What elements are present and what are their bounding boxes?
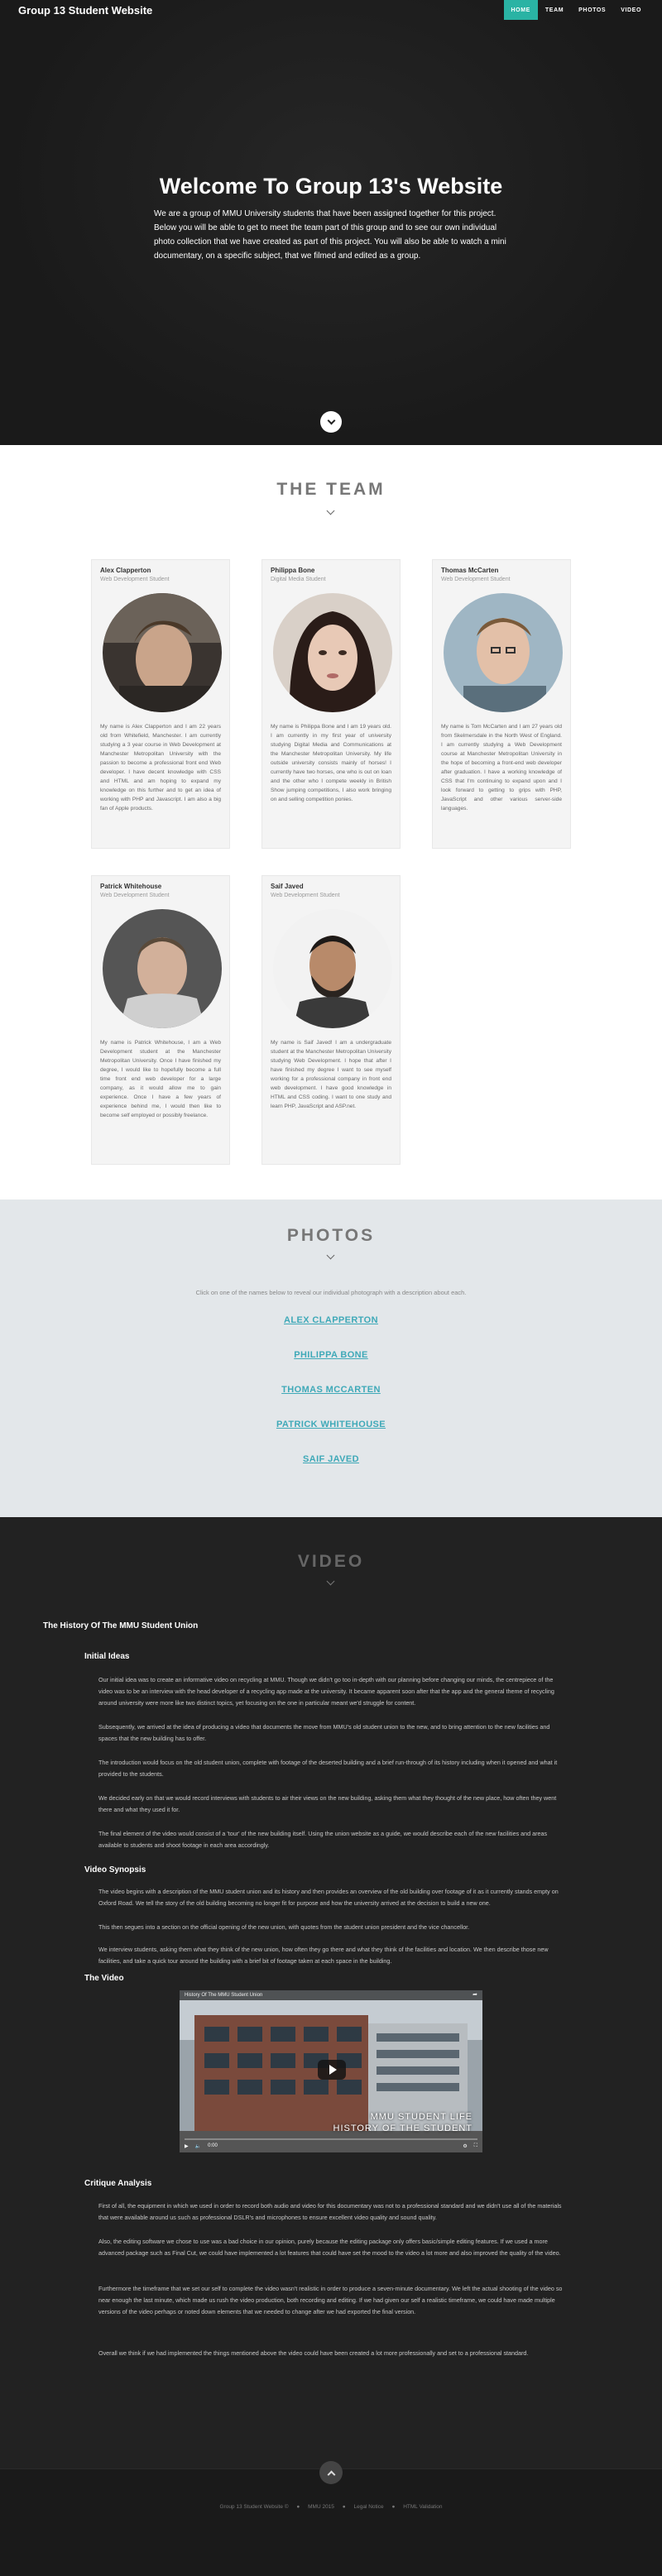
scroll-down-button[interactable]: [320, 411, 342, 433]
hero-text: We are a group of MMU University student…: [154, 209, 506, 261]
initial-ideas-p3: The introduction would focus on the old …: [98, 1759, 558, 1778]
synopsis-heading: Video Synopsis: [84, 1865, 146, 1875]
video-section: VIDEO The History Of The MMU Student Uni…: [0, 1517, 662, 2468]
video-overlay-text: MMU STUDENT LIFE HISTORY OF THE STUDENT: [333, 2111, 473, 2134]
footer-legal-link[interactable]: Legal Notice: [353, 2504, 383, 2510]
photos-intro: Click on one of the names below to revea…: [195, 1289, 467, 1296]
critique-p1: First of all, the equipment in which we …: [98, 2202, 562, 2221]
critique-p2: Also, the editing software we chose to u…: [98, 2238, 561, 2257]
the-video-heading: The Video: [84, 1974, 124, 1983]
avatar: [103, 909, 222, 1028]
team-card-patrick: Patrick Whitehouse Web Development Stude…: [91, 875, 230, 1165]
footer-copyright: Group 13 Student Website ©: [219, 2504, 289, 2510]
team-card-philippa: Philippa Bone Digital Media Student My n…: [261, 559, 401, 849]
player-title-bar: History Of The MMU Student Union ➦: [180, 1990, 482, 2000]
member-role: Digital Media Student: [271, 577, 326, 582]
play-small-icon[interactable]: ▶: [185, 2143, 189, 2149]
team-card-thomas: Thomas McCarten Web Development Student …: [432, 559, 571, 849]
nav-team[interactable]: TEAM: [538, 0, 571, 20]
member-bio: My name is Saif Javed! I am a undergradu…: [271, 1040, 391, 1109]
scroll-top-button[interactable]: [319, 2461, 343, 2484]
chevron-down-icon: [326, 506, 335, 515]
nav-home[interactable]: HOME: [503, 0, 538, 20]
photo-link-saif[interactable]: SAIF JAVED: [0, 1454, 662, 1464]
separator-dot: ●: [342, 2504, 346, 2510]
chevron-down-icon: [326, 1577, 335, 1586]
avatar: [444, 593, 563, 712]
overlay-line-1: MMU STUDENT LIFE: [370, 2112, 473, 2122]
player-title[interactable]: History Of The MMU Student Union: [185, 1993, 262, 1998]
team-card-saif: Saif Javed Web Development Student My na…: [261, 875, 401, 1165]
critique-heading: Critique Analysis: [84, 2179, 152, 2188]
initial-ideas-p2: Subsequently, we arrived at the idea of …: [98, 1723, 550, 1742]
settings-icon[interactable]: ⚙: [463, 2143, 467, 2149]
share-icon[interactable]: ➦: [473, 1991, 477, 1998]
play-icon: [329, 2065, 337, 2075]
hero-title: Welcome To Group 13's Website: [159, 174, 503, 199]
footer-validation-link[interactable]: HTML Validation: [403, 2504, 442, 2510]
photo-link-alex[interactable]: ALEX CLAPPERTON: [0, 1315, 662, 1325]
play-button[interactable]: [318, 2060, 346, 2080]
member-name: Patrick Whitehouse: [100, 883, 162, 890]
team-card-alex: Alex Clapperton Web Development Student …: [91, 559, 230, 849]
chevron-down-icon: [327, 416, 335, 424]
member-bio: My name is Tom McCarten and I am 27 year…: [441, 724, 562, 812]
video-title: VIDEO: [297, 1552, 365, 1571]
video-player[interactable]: History Of The MMU Student Union ➦ MMU S…: [180, 1990, 482, 2152]
chevron-up-icon: [327, 2470, 335, 2478]
hero-section: Welcome To Group 13's Website We are a g…: [0, 0, 662, 445]
synopsis-p3: We interview students, asking them what …: [98, 1946, 549, 1965]
nav-video[interactable]: VIDEO: [613, 0, 649, 20]
member-name: Thomas McCarten: [441, 567, 499, 574]
footer-links: Group 13 Student Website © ● MMU 2015 ● …: [0, 2504, 662, 2510]
volume-icon[interactable]: 🔈: [195, 2143, 201, 2149]
member-name: Alex Clapperton: [100, 567, 151, 574]
avatar: [103, 593, 222, 712]
photos-title: PHOTOS: [286, 1226, 376, 1245]
chevron-down-icon: [326, 1251, 335, 1260]
photos-section: PHOTOS Click on one of the names below t…: [0, 1199, 662, 1517]
synopsis-p2: This then segues into a section on the o…: [98, 1923, 470, 1931]
member-role: Web Development Student: [271, 893, 340, 898]
video-main-heading: The History Of The MMU Student Union: [43, 1621, 199, 1630]
member-role: Web Development Student: [100, 577, 170, 582]
avatar: [273, 593, 392, 712]
overlay-line-2: HISTORY OF THE STUDENT: [333, 2124, 473, 2133]
avatar: [273, 909, 392, 1028]
top-navbar: Group 13 Student Website HOME TEAM PHOTO…: [0, 0, 662, 20]
site-brand[interactable]: Group 13 Student Website: [18, 4, 152, 17]
synopsis-p1: The video begins with a description of t…: [98, 1888, 559, 1907]
nav-photos[interactable]: PHOTOS: [571, 0, 613, 20]
team-title: THE TEAM: [276, 480, 386, 499]
member-bio: My name is Alex Clapperton and I am 22 y…: [100, 724, 221, 812]
separator-dot: ●: [296, 2504, 300, 2510]
team-section: THE TEAM Alex Clapperton Web Development…: [0, 445, 662, 1199]
member-bio: My name is Patrick Whitehouse, I am a We…: [100, 1040, 221, 1118]
photo-link-philippa[interactable]: PHILIPPA BONE: [0, 1350, 662, 1360]
member-role: Web Development Student: [441, 577, 511, 582]
fullscreen-icon[interactable]: ⛶: [474, 2143, 477, 2149]
critique-p3: Furthermore the timeframe that we set ou…: [98, 2285, 563, 2315]
critique-p4: Overall we think if we had implemented t…: [98, 2349, 529, 2357]
initial-ideas-heading: Initial Ideas: [84, 1652, 130, 1661]
footer-year: MMU 2015: [308, 2504, 334, 2510]
time-display: 0:00: [208, 2143, 218, 2148]
footer: Group 13 Student Website © ● MMU 2015 ● …: [0, 2461, 662, 2576]
member-name: Philippa Bone: [271, 567, 315, 574]
initial-ideas-p5: The final element of the video would con…: [98, 1830, 548, 1849]
initial-ideas-p4: We decided early on that we would record…: [98, 1794, 557, 1813]
member-role: Web Development Student: [100, 893, 170, 898]
photo-link-thomas[interactable]: THOMAS MCCARTEN: [0, 1385, 662, 1395]
initial-ideas-p1: Our initial idea was to create an inform…: [98, 1676, 554, 1707]
nav-links: HOME TEAM PHOTOS VIDEO: [503, 0, 649, 20]
separator-dot: ●: [391, 2504, 396, 2510]
member-name: Saif Javed: [271, 883, 304, 890]
member-bio: My name is Philippa Bone and I am 19 yea…: [271, 724, 391, 802]
player-controls: ▶ 🔈 0:00 ⚙ ⛶: [180, 2139, 482, 2152]
photo-link-patrick[interactable]: PATRICK WHITEHOUSE: [0, 1420, 662, 1429]
